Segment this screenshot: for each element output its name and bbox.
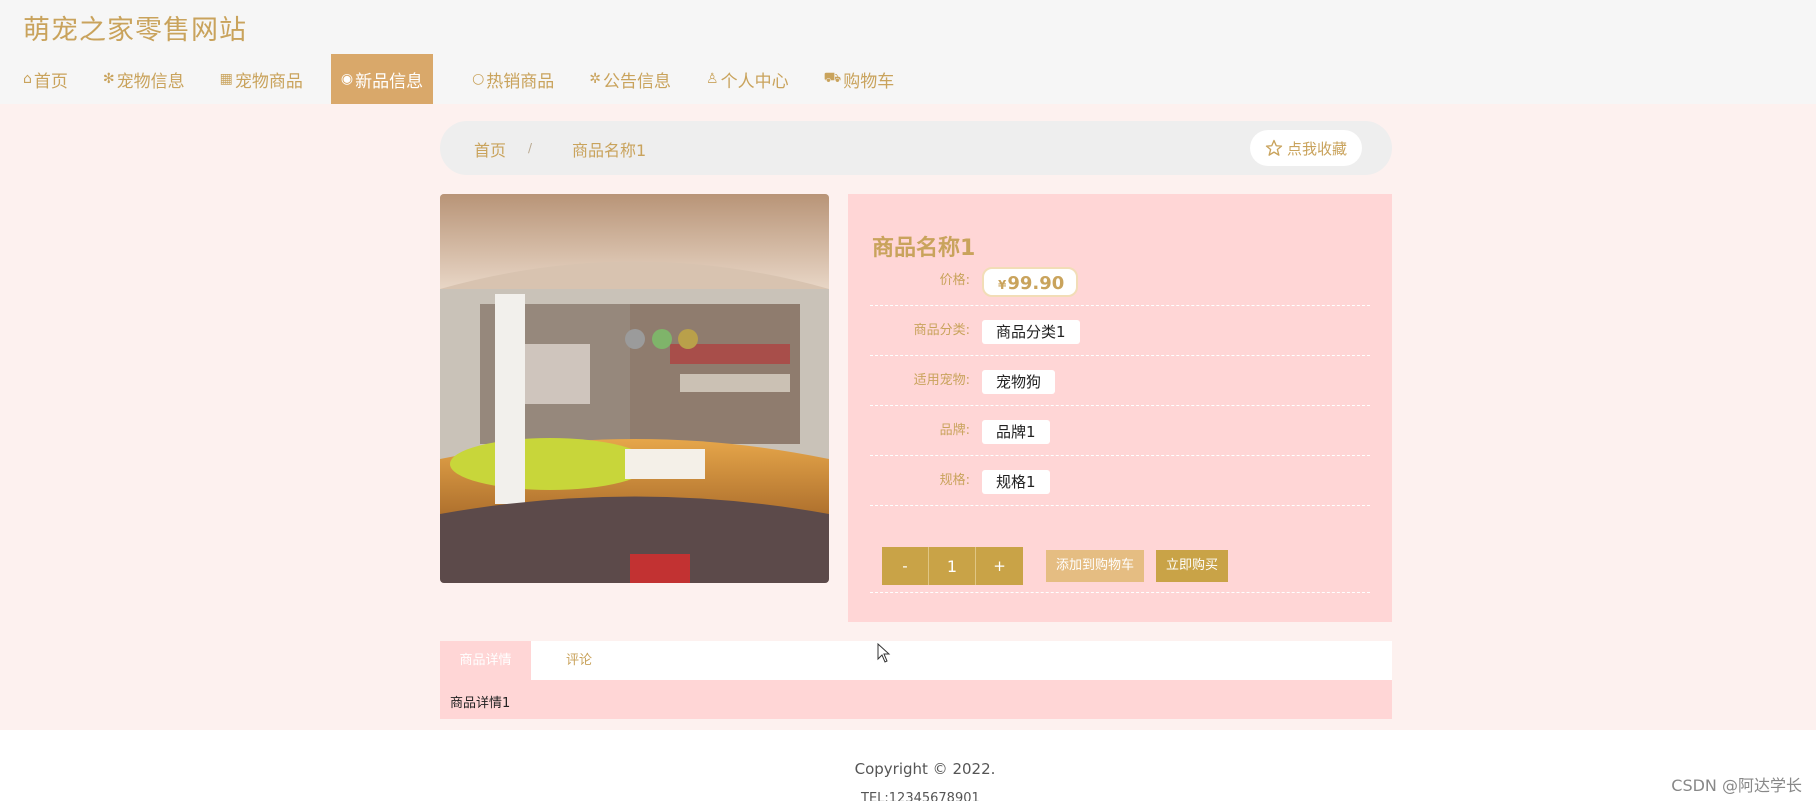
currency-symbol: ¥ <box>998 278 1007 292</box>
nav-item-label: 宠物信息 <box>116 71 185 92</box>
header: 萌宠之家零售网站 ⌂ 首页 ✻ 宠物信息 ▦ 宠物商品 ◉ 新品信息 ○ 热销商品 ✲ 公告… <box>0 0 1816 104</box>
category-row: 商品分类: 商品分类1 <box>870 306 1370 356</box>
buy-now-button[interactable]: 立即购买 <box>1156 550 1229 582</box>
field-label: 商品分类: <box>913 323 970 338</box>
nav-item-label: 新品信息 <box>355 71 424 92</box>
footer-copyright: Copyright © 2022. <box>854 760 996 778</box>
breadcrumb-separator: / <box>528 141 533 155</box>
product-info-panel: 商品名称1 价格: ¥99.90 商品分类: 商品分类1 适用宠物: 宠物狗 品… <box>848 194 1392 622</box>
gear-icon: ✲ <box>589 71 602 87</box>
field-label: 适用宠物: <box>913 373 970 388</box>
favorite-button[interactable]: 点我收藏 <box>1250 130 1362 166</box>
field-value: 宠物狗 <box>982 370 1056 394</box>
nav-item-pet-info[interactable]: ✻ 宠物信息 <box>80 54 197 104</box>
nav-item-pet-goods[interactable]: ▦ 宠物商品 <box>197 54 315 104</box>
nav-item-cart[interactable]: ⛟ 购物车 <box>801 54 907 104</box>
price-amount: 99.90 <box>1007 273 1065 294</box>
increase-button[interactable]: + <box>976 547 1023 585</box>
product-image <box>440 194 829 583</box>
price-label: 价格: <box>939 273 970 288</box>
quantity-stepper: - 1 + <box>882 547 1023 585</box>
field-label: 规格: <box>939 473 970 488</box>
site-title: 萌宠之家零售网站 <box>23 15 247 46</box>
quantity-row: - 1 + 添加到购物车 立即购买 <box>870 547 1370 593</box>
mouse-cursor-icon <box>877 643 891 663</box>
nav-item-home[interactable]: ⌂ 首页 <box>0 54 80 104</box>
watermark: CSDN @阿达学长 <box>1671 776 1802 795</box>
tab-product-detail[interactable]: 商品详情 <box>440 641 531 680</box>
price-value: ¥99.90 <box>982 267 1079 297</box>
nav-item-label: 热销商品 <box>486 71 555 92</box>
pet-type-row: 适用宠物: 宠物狗 <box>870 356 1370 406</box>
price-row: 价格: ¥99.90 <box>870 256 1370 306</box>
detail-content: 商品详情1 <box>440 680 1392 719</box>
breadcrumb: 首页 / 商品名称1 点我收藏 <box>440 121 1392 175</box>
nav-item-label: 购物车 <box>843 71 895 92</box>
circle-icon: ○ <box>472 71 485 87</box>
globe-icon: ◉ <box>340 71 354 87</box>
detail-text: 商品详情1 <box>450 696 511 711</box>
star-icon <box>1265 139 1283 156</box>
field-value: 品牌1 <box>982 420 1050 444</box>
main-nav: ⌂ 首页 ✻ 宠物信息 ▦ 宠物商品 ◉ 新品信息 ○ 热销商品 ✲ 公告信息 ♙ 个人中心 … <box>0 54 906 104</box>
tab-comments[interactable]: 评论 <box>566 641 592 680</box>
nav-item-hot-products[interactable]: ○ 热销商品 <box>449 54 566 104</box>
breadcrumb-current: 商品名称1 <box>572 141 647 160</box>
spec-row: 规格: 规格1 <box>870 456 1370 506</box>
footer-tel: TEL:12345678901 <box>861 791 980 801</box>
home-icon: ⌂ <box>23 71 32 87</box>
nav-item-label: 个人中心 <box>720 71 789 92</box>
add-to-cart-button[interactable]: 添加到购物车 <box>1046 550 1145 582</box>
snowflake-icon: ✻ <box>102 71 115 87</box>
nav-item-label: 宠物商品 <box>234 71 303 92</box>
quantity-input[interactable]: 1 <box>929 547 976 585</box>
nav-item-new-products[interactable]: ◉ 新品信息 <box>330 54 434 104</box>
grid-icon: ▦ <box>219 71 233 87</box>
nav-item-profile[interactable]: ♙ 个人中心 <box>683 54 801 104</box>
decrease-button[interactable]: - <box>882 547 929 585</box>
field-value: 规格1 <box>982 470 1050 494</box>
field-label: 品牌: <box>939 423 970 438</box>
nav-item-notices[interactable]: ✲ 公告信息 <box>566 54 683 104</box>
cart-icon: ⛟ <box>823 70 842 86</box>
breadcrumb-home-link[interactable]: 首页 <box>474 137 506 161</box>
detail-tabs: 商品详情 评论 <box>440 641 1392 680</box>
nav-item-label: 首页 <box>33 71 68 92</box>
brand-row: 品牌: 品牌1 <box>870 406 1370 456</box>
user-icon: ♙ <box>706 71 719 87</box>
field-value: 商品分类1 <box>982 320 1080 344</box>
nav-item-label: 公告信息 <box>603 71 672 92</box>
favorite-label: 点我收藏 <box>1286 139 1347 158</box>
